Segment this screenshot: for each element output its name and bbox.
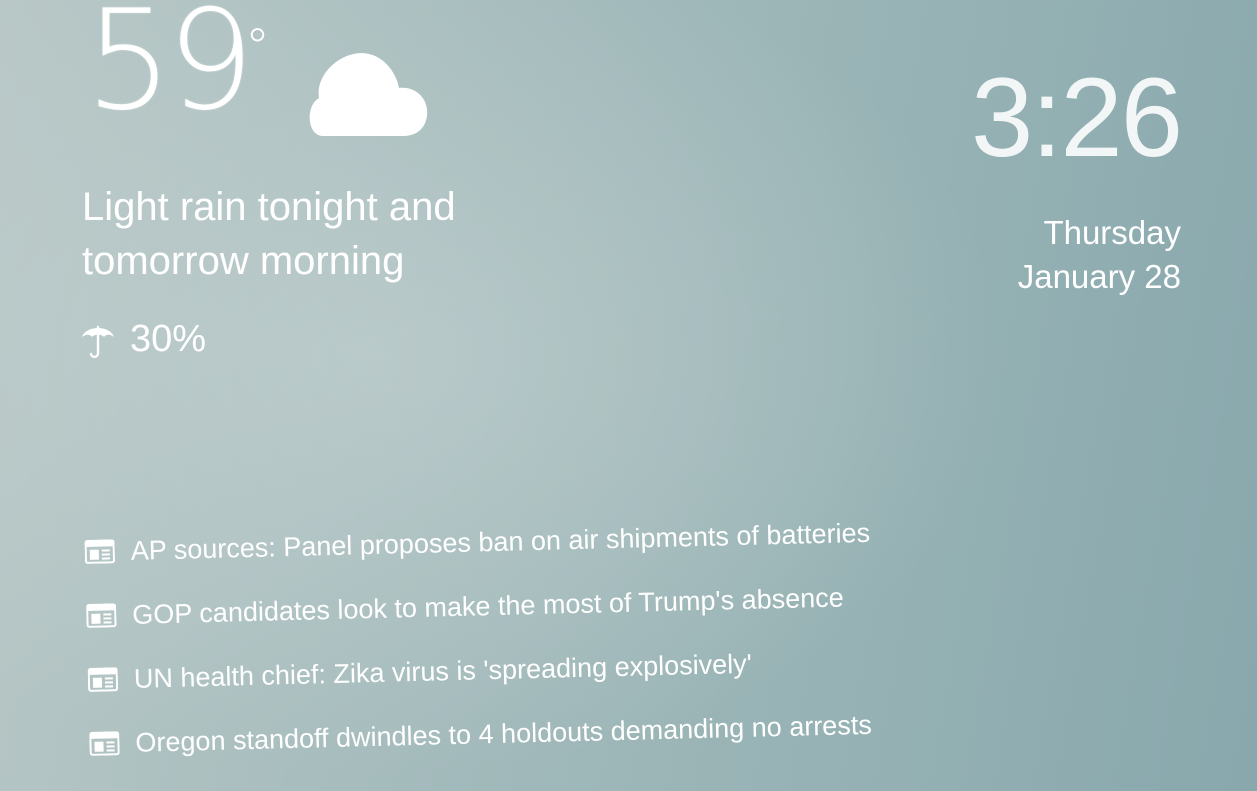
news-headline: UN health chief: Zika virus is 'spreadin… xyxy=(133,648,753,694)
forecast-summary-line-2: tomorrow morning xyxy=(82,239,405,283)
news-headline: Oregon standoff dwindles to 4 holdouts d… xyxy=(135,709,873,758)
precipitation-value: 30% xyxy=(130,318,207,360)
precipitation-chance: 30% xyxy=(80,318,206,361)
newspaper-icon xyxy=(86,603,117,628)
cloud-icon xyxy=(309,53,428,136)
news-headline: GOP candidates look to make the most of … xyxy=(131,581,845,630)
clock-day: Thursday xyxy=(1043,214,1181,251)
newspaper-icon xyxy=(87,667,119,692)
newspaper-icon xyxy=(89,731,120,756)
smart-mirror-screen: 59 ° Light rain tonight and tomorrow mor… xyxy=(0,0,1257,791)
clock-time: 3:26 xyxy=(971,55,1183,180)
temperature-value: 59 xyxy=(85,0,255,141)
forecast-summary-line-1: Light rain tonight and xyxy=(82,185,456,229)
clock-date: January 28 xyxy=(1017,258,1181,295)
temperature-unit: ° xyxy=(245,18,270,76)
newspaper-icon xyxy=(84,539,115,564)
forecast-summary: Light rain tonight and tomorrow morning xyxy=(82,180,542,288)
umbrella-icon xyxy=(82,325,114,358)
news-headline: AP sources: Panel proposes ban on air sh… xyxy=(130,517,871,566)
news-list: AP sources: Panel proposes ban on air sh… xyxy=(84,501,873,776)
